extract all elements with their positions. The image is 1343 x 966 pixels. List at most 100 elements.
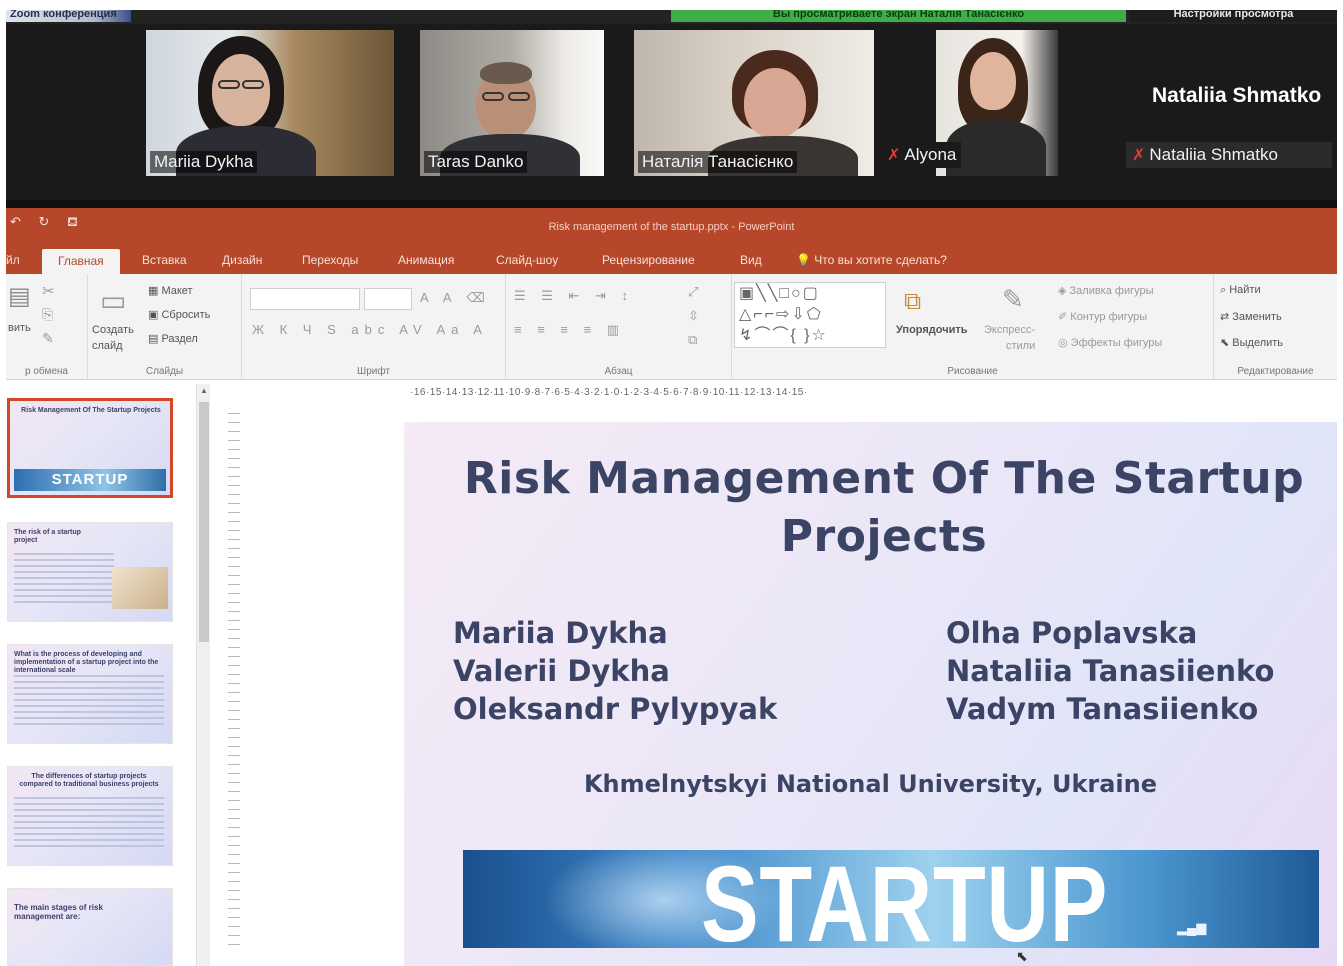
slide-title-line: Risk Management Of The Startup [463, 453, 1305, 504]
scroll-up-icon[interactable]: ▲ [197, 384, 211, 398]
viewing-share-banner[interactable]: Вы просматриваете экран Наталія Танасієн… [671, 10, 1126, 22]
layout-button[interactable]: ▦ Макет [148, 284, 193, 297]
tab-design[interactable]: Дизайн [222, 253, 262, 267]
zoom-meeting-strip: Zoom конференция Вы просматриваете экран… [6, 10, 1337, 208]
font-size-buttons-icon[interactable]: A A ⌫ [420, 290, 491, 306]
pen-icon: ✐ [1058, 311, 1071, 323]
tell-me-search[interactable]: 💡 Что вы хотите сделать? [796, 253, 947, 267]
cursor-icon: ⬉ [1220, 337, 1233, 349]
slide-canvas[interactable]: Risk Management Of The Startup Projects … [404, 422, 1337, 966]
self-name-bar: ✗ Nataliia Shmatko [1126, 142, 1332, 168]
ribbon: ▤ вить ✂ ⎘ ✎ р обмена ▭ Создать слайд ▦ … [6, 274, 1337, 380]
tab-animations[interactable]: Анимация [398, 253, 454, 267]
self-video-name[interactable]: Nataliia Shmatko [1152, 84, 1321, 108]
search-icon: ⌕ [1220, 284, 1230, 296]
slide-thumbnail-3[interactable]: What is the process of developing and im… [7, 644, 173, 744]
slide-thumbnail-2[interactable]: The risk of a startup project [7, 522, 173, 622]
text-direction-icon[interactable]: ⤢ [688, 284, 700, 300]
shape-effects-button[interactable]: ◎ Эффекты фигуры [1058, 336, 1162, 349]
shape-fill-button[interactable]: ◈ Заливка фигуры [1058, 284, 1154, 297]
group-editing: ⌕ Найти ⇄ Заменить ⬉ Выделить Редактиров… [1214, 274, 1337, 380]
participant-tile[interactable]: Mariia Dykha [146, 30, 394, 176]
effects-icon: ◎ [1058, 337, 1071, 349]
thumbnails-scrollbar[interactable]: ▲ [196, 384, 210, 966]
zoom-app-label: Zoom конференция [6, 10, 131, 22]
tab-slideshow[interactable]: Слайд-шоу [496, 253, 558, 267]
align-buttons-icon[interactable]: ≡ ≡ ≡ ≡ ▥ [514, 322, 625, 338]
university-name[interactable]: Khmelnytskyi National University, Ukrain… [404, 770, 1337, 798]
zoom-frame-bottom [6, 200, 1337, 208]
select-button[interactable]: ⬉ Выделить [1220, 336, 1283, 349]
reset-button[interactable]: ▣ Сбросить [148, 308, 210, 321]
paste-icon[interactable]: ▤ [8, 282, 31, 311]
author-name: Valerii Dykha [453, 654, 670, 688]
tab-insert[interactable]: Вставка [142, 253, 187, 267]
tab-home[interactable]: Главная [42, 249, 120, 274]
font-name-field[interactable] [250, 288, 360, 310]
group-label: Слайды [145, 366, 184, 377]
quick-styles-button[interactable]: Экспресс- [984, 324, 1035, 336]
section-button[interactable]: ▤ Раздел [148, 332, 198, 345]
format-painter-icon[interactable]: ✎ [42, 330, 54, 347]
slide-thumbnail-5[interactable]: The main stages of risk management are: [7, 888, 173, 966]
tab-transitions[interactable]: Переходы [302, 253, 358, 267]
thumbnail-image [112, 567, 168, 609]
slide-thumbnail-4[interactable]: The differences of startup projects comp… [7, 766, 173, 866]
shape-outline-button[interactable]: ✐ Контур фигуры [1058, 310, 1147, 323]
slide-title[interactable]: Risk Management Of The Startup Projects [444, 450, 1324, 566]
participant-name: Nataliia Shmatko [1149, 145, 1278, 164]
slide-thumbnails-pane: Risk Management Of The Startup Projects … [6, 380, 218, 966]
authors-left[interactable]: Mariia Dykha Valerii Dykha Oleksandr Pyl… [453, 614, 777, 728]
vertical-ruler [228, 413, 240, 953]
author-name: Mariia Dykha [453, 616, 668, 650]
participant-tile-active[interactable]: Наталія Танасієнко [634, 30, 874, 176]
arrange-icon[interactable]: ⧉ [904, 288, 921, 316]
quick-styles-icon[interactable]: ✎ [1002, 284, 1024, 315]
view-options-button[interactable]: Настройки просмотра [1130, 10, 1337, 22]
smartart-icon[interactable]: ⧉ [688, 332, 699, 348]
new-slide-icon[interactable]: ▭ [100, 284, 126, 317]
replace-icon: ⇄ [1220, 311, 1233, 323]
banner-word: STARTUP [701, 850, 1109, 948]
participant-name: Mariia Dykha [150, 151, 258, 173]
reset-icon: ▣ [148, 309, 162, 321]
copy-icon[interactable]: ⎘ [42, 306, 53, 323]
authors-right[interactable]: Olha Poplavska Nataliia Tanasiienko Vady… [946, 614, 1274, 728]
ribbon-tabs: йл Главная Вставка Дизайн Переходы Анима… [6, 246, 1337, 274]
font-format-buttons-icon[interactable]: Ж К Ч S abc AV Aa A [252, 322, 488, 337]
paint-bucket-icon: ◈ [1058, 285, 1070, 297]
shapes-gallery[interactable]: ▣╲╲□○▢ △⌐⌐⇨⇩⬠ ↯⌒⌒{ }☆ [734, 282, 886, 348]
new-slide-dropdown[interactable]: слайд [92, 340, 123, 352]
section-icon: ▤ [148, 333, 162, 345]
slide-thumbnail-1[interactable]: Risk Management Of The Startup Projects … [7, 398, 173, 498]
participant-name: Наталія Танасієнко [638, 151, 798, 173]
tab-review[interactable]: Рецензирование [602, 253, 695, 267]
tab-view[interactable]: Вид [740, 253, 762, 267]
participant-name-bar: ✗ Alyona [882, 142, 962, 168]
startup-banner-image[interactable]: STARTUP ▂▄▆ [463, 850, 1319, 948]
font-size-field[interactable] [364, 288, 412, 310]
arrange-button[interactable]: Упорядочить [896, 324, 968, 336]
list-buttons-icon[interactable]: ☰ ☰ ⇤ ⇥ ↕ [514, 288, 634, 304]
paste-button[interactable]: вить [8, 322, 31, 334]
thumbnail-text-lines [14, 797, 164, 849]
author-name: Oleksandr Pylypyak [453, 692, 778, 726]
document-title: Risk management of the startup.pptx - Po… [548, 221, 795, 233]
participant-tile[interactable]: Taras Danko [420, 30, 604, 176]
author-name: Vadym Tanasiienko [946, 692, 1259, 726]
new-slide-button[interactable]: Создать [92, 324, 134, 336]
find-button[interactable]: ⌕ Найти [1220, 284, 1261, 297]
tab-file[interactable]: йл [6, 253, 20, 267]
group-clipboard: ▤ вить ✂ ⎘ ✎ р обмена [6, 274, 88, 380]
quick-styles-dropdown[interactable]: стили [1006, 340, 1035, 352]
cut-icon[interactable]: ✂ [42, 282, 55, 300]
group-label: Абзац [604, 366, 633, 377]
align-text-icon[interactable]: ⇳ [688, 308, 701, 324]
scrollbar-thumb[interactable] [199, 402, 209, 642]
author-name: Nataliia Tanasiienko [946, 654, 1275, 688]
group-paragraph: ☰ ☰ ⇤ ⇥ ↕ ≡ ≡ ≡ ≡ ▥ ⤢ ⇳ ⧉ Абзац [506, 274, 732, 380]
slide-title-line: Projects [780, 511, 988, 562]
author-name: Olha Poplavska [946, 616, 1198, 650]
replace-button[interactable]: ⇄ Заменить [1220, 310, 1282, 323]
mic-off-icon: ✗ [1132, 147, 1146, 164]
